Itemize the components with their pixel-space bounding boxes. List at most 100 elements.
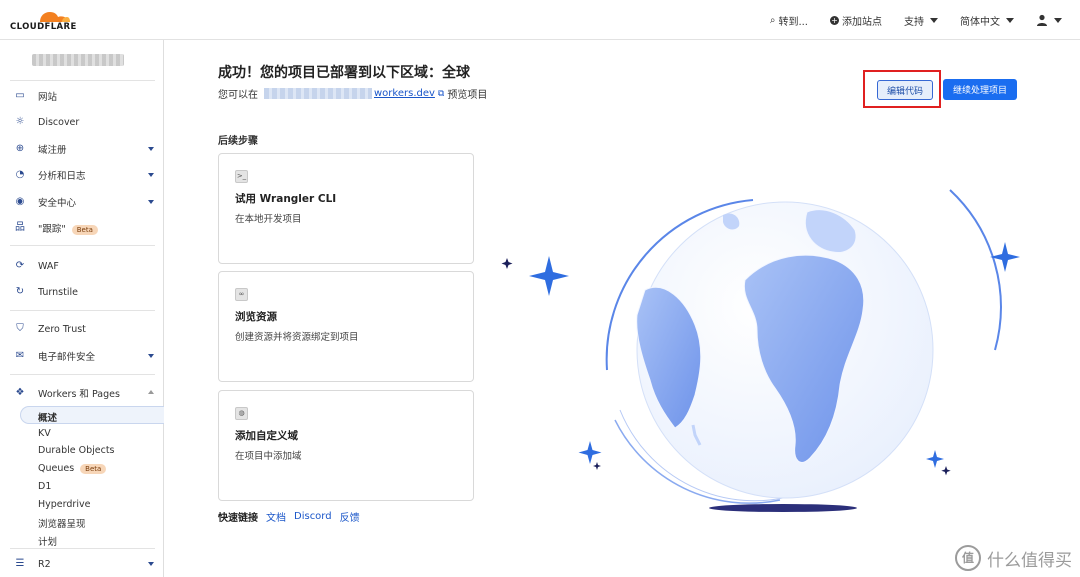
chevron-down-icon (1006, 17, 1014, 23)
network-icon: 品 (15, 222, 25, 233)
sidebar-subitem-overview[interactable]: 概述 (38, 410, 57, 424)
turnstile-icon: ↻ (15, 286, 25, 297)
chevron-up-icon (148, 390, 154, 394)
sidebar-item-domain-registration[interactable]: ⊕ 域注册 (0, 138, 164, 160)
sidebar-subitem-hyperdrive[interactable]: Hyperdrive (38, 499, 90, 510)
sidebar-item-label: 域注册 (38, 145, 67, 156)
support-label: 支持 (904, 16, 924, 28)
account-name-blurred[interactable] (32, 54, 124, 66)
shield-icon: ⛉ (16, 323, 24, 334)
card-description: 创建资源并将资源绑定到项目 (235, 332, 359, 343)
clock-chart-icon: ◔ (15, 169, 25, 180)
highlight-box: 编辑代码 (863, 70, 941, 108)
brand-wordmark: CLOUDFLARE (10, 22, 77, 32)
site-watermark: 值 什么值得买 (955, 545, 1072, 571)
edit-code-button[interactable]: 编辑代码 (877, 80, 933, 100)
feedback-link[interactable]: 反馈 (340, 509, 360, 524)
goto-button[interactable]: ⌕ 转到... (770, 13, 808, 28)
divider (10, 245, 155, 246)
sidebar-item-workers-pages[interactable]: ❖ Workers 和 Pages (0, 382, 164, 404)
sidebar-subitem-durable-objects[interactable]: Durable Objects (38, 445, 115, 456)
sidebar-item-label: 电子邮件安全 (38, 352, 96, 363)
divider (10, 548, 155, 549)
sidebar-subitem-browser-rendering[interactable]: 浏览器呈现 (38, 516, 86, 530)
sidebar-item-email-security[interactable]: ✉ 电子邮件安全 (0, 345, 164, 367)
language-label: 简体中文 (960, 16, 1000, 28)
add-site-button[interactable]: + 添加站点 (830, 13, 882, 28)
sidebar-item-label: 网站 (38, 92, 58, 103)
preview-suffix: 预览项目 (447, 90, 488, 101)
divider (10, 310, 155, 311)
card-description: 在项目中添加域 (235, 451, 302, 462)
continue-project-button[interactable]: 继续处理项目 (943, 79, 1017, 100)
sidebar-item-label: WAF (38, 260, 59, 272)
sidebar-item-analytics[interactable]: ◔ 分析和日志 (0, 164, 164, 186)
divider (10, 374, 155, 375)
sidebar-item-label: 安全中心 (38, 198, 77, 209)
sidebar-item-discover[interactable]: ☼ Discover (0, 111, 164, 133)
chevron-down-icon (148, 173, 154, 177)
support-menu[interactable]: 支持 (904, 13, 938, 28)
chevron-down-icon (148, 200, 154, 204)
card-browse-resources[interactable]: ∞ 浏览资源 创建资源并将资源绑定到项目 (218, 271, 474, 382)
beta-badge: Beta (71, 224, 98, 235)
browser-icon: ▭ (15, 90, 25, 101)
lightbulb-icon: ☼ (15, 116, 25, 127)
globe-icon: ⊕ (15, 143, 25, 154)
sidebar-subitem-kv[interactable]: KV (38, 428, 51, 439)
sidebar-item-turnstile[interactable]: ↻ Turnstile (0, 281, 164, 303)
goto-label: 转到... (778, 16, 808, 28)
sidebar-item-trace[interactable]: 品 "跟踪" Beta (0, 217, 164, 239)
sidebar-item-zero-trust[interactable]: ⛉ Zero Trust (0, 318, 164, 340)
card-description: 在本地开发项目 (235, 214, 302, 225)
discord-link[interactable]: Discord (294, 511, 332, 522)
globe-icon: ◍ (235, 407, 248, 420)
sidebar-item-label: Turnstile (38, 286, 78, 298)
sidebar-subitem-d1[interactable]: D1 (38, 481, 51, 492)
watermark-logo: 值 (955, 545, 981, 571)
sidebar-item-label: Workers 和 Pages (38, 389, 120, 400)
chevron-down-icon (148, 354, 154, 358)
watermark-text: 什么值得买 (987, 550, 1072, 571)
sidebar-subitem-label: Queues (38, 463, 75, 474)
link-icon: ∞ (235, 288, 248, 301)
user-menu[interactable] (1036, 14, 1062, 26)
add-site-label: 添加站点 (842, 16, 882, 28)
search-icon: ⌕ (769, 14, 776, 26)
card-custom-domain[interactable]: ◍ 添加自定义域 在项目中添加域 (218, 390, 474, 501)
globe-illustration (501, 189, 1020, 512)
preview-prefix: 您可以在 (218, 90, 258, 101)
sidebar-item-security-center[interactable]: ◉ 安全中心 (0, 191, 164, 213)
preview-link[interactable]: workers.dev (374, 88, 435, 99)
main-content: 成功！您的项目已部署到以下区域：全球 您可以在 workers.dev ⧉ 预览… (165, 40, 1080, 577)
user-icon (1037, 14, 1047, 26)
sidebar-subitem-plans[interactable]: 计划 (38, 534, 57, 548)
sidebar-item-waf[interactable]: ⟳ WAF (0, 255, 164, 277)
sidebar-item-label-wrap: "跟踪" Beta (38, 221, 98, 235)
preview-line: 您可以在 workers.dev ⧉ 预览项目 (218, 86, 487, 101)
sidebar-item-r2[interactable]: ☰ R2 (0, 553, 164, 575)
sidebar-item-label: 分析和日志 (38, 171, 86, 182)
sidebar-item-label: Discover (38, 116, 80, 128)
sidebar-item-websites[interactable]: ▭ 网站 (0, 85, 164, 107)
sidebar-item-label: "跟踪" (38, 224, 66, 235)
waf-icon: ⟳ (15, 260, 25, 271)
card-wrangler[interactable]: >_ 试用 Wrangler CLI 在本地开发项目 (218, 153, 474, 264)
beta-badge: Beta (80, 463, 107, 474)
sidebar-item-label: Zero Trust (38, 323, 86, 335)
chevron-down-icon (148, 147, 154, 151)
target-icon: ◉ (15, 196, 25, 207)
divider (10, 80, 155, 81)
external-link-icon[interactable]: ⧉ (438, 89, 444, 99)
card-title: 浏览资源 (235, 311, 277, 323)
top-nav: ⌕ 转到... + 添加站点 支持 简体中文 (770, 0, 1080, 40)
plus-circle-icon: + (830, 15, 839, 25)
chevron-down-icon (148, 562, 154, 566)
workers-icon: ❖ (15, 387, 25, 398)
project-subdomain-blurred[interactable] (264, 88, 372, 99)
sidebar-subitem-queues[interactable]: Queues Beta (38, 463, 107, 474)
chevron-down-icon (930, 17, 938, 23)
language-menu[interactable]: 简体中文 (960, 13, 1014, 28)
cloudflare-logo[interactable]: CLOUDFLARE (10, 6, 80, 34)
docs-link[interactable]: 文档 (266, 509, 286, 524)
